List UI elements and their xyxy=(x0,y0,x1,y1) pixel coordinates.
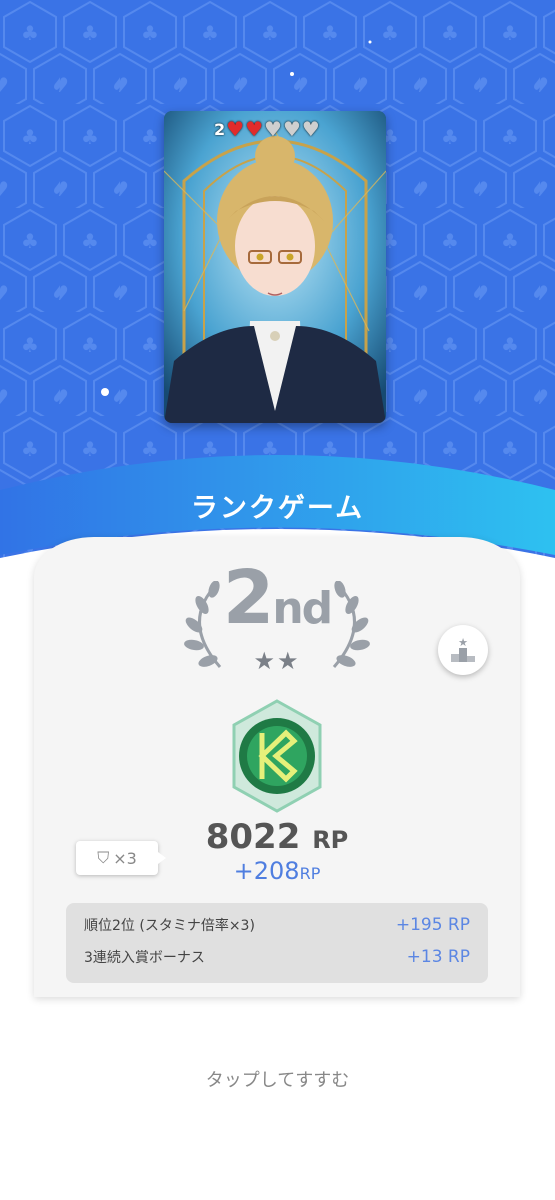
breakdown-label: 3連続入賞ボーナス xyxy=(84,950,205,966)
place-suffix: nd xyxy=(272,583,333,634)
rp-gain-value: +208 xyxy=(233,857,300,885)
heart-filled-icon: ♥ xyxy=(226,117,245,141)
rp-breakdown: 順位2位 (スタミナ倍率×3) +195 RP 3連続入賞ボーナス +13 RP xyxy=(66,903,488,983)
breakdown-row: 3連続入賞ボーナス +13 RP xyxy=(84,947,470,967)
lives-count: 2 xyxy=(214,119,226,139)
heart-filled-icon: ♥ xyxy=(245,117,264,141)
rank-points-total: 8022 RP xyxy=(34,817,520,857)
character-card: 2 ♥ ♥ ♥ ♥ ♥ xyxy=(164,111,386,423)
rp-gain-unit: RP xyxy=(299,864,321,883)
breakdown-label: 順位2位 (スタミナ倍率×3) xyxy=(84,918,255,934)
breakdown-row: 順位2位 (スタミナ倍率×3) +195 RP xyxy=(84,915,470,935)
podium-button[interactable]: ★ xyxy=(438,625,488,675)
game-mode-title: ランクゲーム xyxy=(190,493,365,524)
place-number: 2 xyxy=(222,555,274,641)
placement-rank: 2nd xyxy=(34,555,520,641)
tap-to-continue[interactable]: タップしてすすむ xyxy=(0,1066,555,1092)
rp-total-unit: RP xyxy=(312,826,349,854)
rank-emblem-icon xyxy=(232,699,322,813)
heart-empty-icon: ♥ xyxy=(264,117,282,141)
svg-text:★: ★ xyxy=(458,636,468,649)
breakdown-value: +195 RP xyxy=(395,915,470,935)
heart-empty-icon: ♥ xyxy=(301,117,320,141)
character-portrait xyxy=(164,111,386,423)
rp-total-value: 8022 xyxy=(205,817,301,857)
lives-indicator: 2 ♥ ♥ ♥ ♥ ♥ xyxy=(214,119,320,139)
podium-icon: ★ xyxy=(451,636,475,662)
result-panel: 2nd ★★ ★ ⛉ ×3 8022 RP +208RP 順位2位 (スタミナ倍… xyxy=(34,537,520,997)
breakdown-value: +13 RP xyxy=(406,947,470,967)
heart-empty-icon: ♥ xyxy=(282,117,301,141)
rank-points-gain: +208RP xyxy=(34,857,520,885)
